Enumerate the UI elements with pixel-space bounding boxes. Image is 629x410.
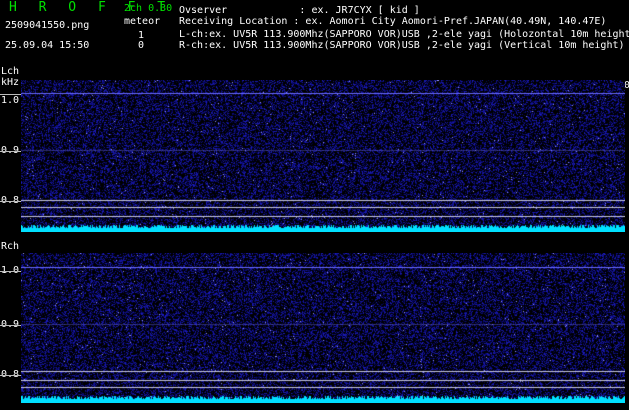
- app-version: 2ch 0.30: [124, 3, 173, 14]
- rch-label: Rch: [1, 241, 20, 252]
- observer-info: Ovserver : ex. JR7CYX [ kid ]: [179, 5, 420, 16]
- rch-description: R-ch:ex. UV5R 113.900Mhz(SAPPORO VOR)USB…: [179, 40, 625, 51]
- rch-axis-line: [0, 271, 21, 272]
- lch-axis-line: [0, 94, 21, 95]
- meteor-label: meteor: [124, 16, 161, 27]
- lch-label: Lch: [1, 66, 20, 77]
- rch-axis-line: [0, 325, 21, 326]
- location-info: Receiving Location : ex. Aomori City Aom…: [179, 16, 607, 27]
- lch-spectrogram: [21, 80, 625, 232]
- rch-meteor-count: 0: [138, 40, 145, 51]
- lch-axis-line: [0, 201, 21, 202]
- khz-unit: kHz: [1, 77, 20, 88]
- rch-axis-line: [0, 375, 21, 376]
- rch-spectrogram: [21, 253, 625, 403]
- capture-datetime: 25.09.04 15:50: [5, 40, 90, 51]
- lch-y-tick-1.0: 1.0: [1, 95, 20, 106]
- lch-description: L-ch:ex. UV5R 113.900Mhz(SAPPORO VOR)USB…: [179, 29, 629, 40]
- lch-axis-line: [0, 151, 21, 152]
- capture-filename: 2509041550.png: [5, 20, 90, 31]
